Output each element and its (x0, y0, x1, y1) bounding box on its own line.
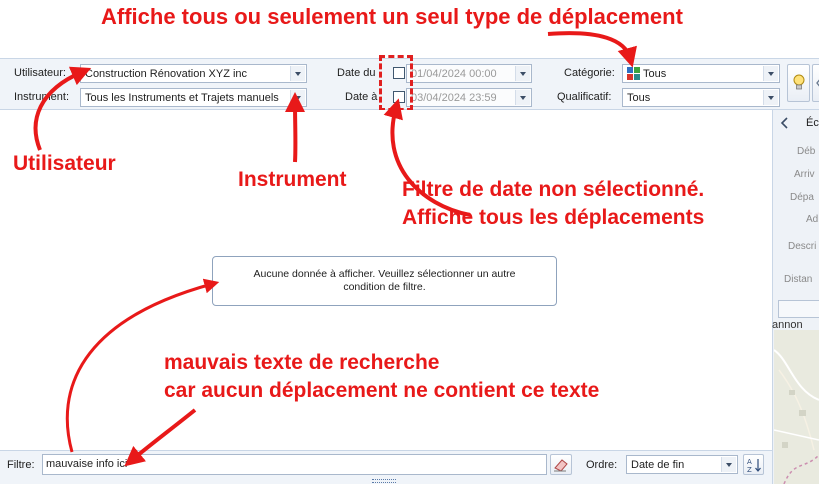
clear-filter-button[interactable] (550, 454, 572, 475)
detail-item-description: Descri (788, 241, 817, 252)
date-to-field[interactable]: 03/04/2024 23:59 (406, 88, 532, 107)
eraser-icon (554, 459, 568, 472)
chevron-left-icon (816, 79, 819, 87)
annotation-date-line2: Affiche tous les déplacements (402, 206, 705, 229)
chevron-down-icon[interactable] (290, 90, 305, 105)
sort-az-icon: A Z (747, 458, 761, 474)
lightbulb-button[interactable] (787, 64, 810, 102)
detail-item-depart: Dépa (790, 192, 814, 203)
date-from-field[interactable]: 01/04/2024 00:00 (406, 64, 532, 83)
svg-text:Z: Z (747, 466, 752, 474)
annotation-date-line1: Filtre de date non sélectionné. (402, 178, 705, 201)
empty-message: Aucune donnée à afficher. Veuillez sélec… (212, 256, 557, 306)
date-filter-highlight (379, 55, 413, 111)
qualifier-select-value: Tous (627, 92, 651, 104)
chevron-down-icon[interactable] (290, 66, 305, 81)
chevron-down-icon[interactable] (515, 66, 530, 81)
annotation-search-line2: car aucun déplacement ne contient ce tex… (164, 379, 600, 402)
detail-item-debut: Déb (797, 146, 816, 157)
category-select-value: Tous (643, 68, 667, 80)
filter-input[interactable]: mauvaise info ici (42, 454, 547, 475)
date-from-label: Date du (337, 67, 376, 79)
annotation-instrument: Instrument (238, 168, 347, 191)
map-roads (774, 349, 819, 484)
chevron-down-icon[interactable] (763, 66, 778, 81)
qualifier-select[interactable]: Tous (622, 88, 780, 107)
annotation-user: Utilisateur (13, 152, 116, 175)
map-label: annon (772, 319, 803, 331)
qualifier-label: Qualificatif: (557, 91, 612, 103)
annotation-search-line1: mauvais texte de recherche (164, 351, 440, 374)
instrument-select[interactable]: Tous les Instruments et Trajets manuels (80, 88, 307, 107)
chevron-left-icon[interactable] (780, 117, 790, 129)
category-color-icon (627, 67, 640, 80)
category-select[interactable]: Tous (622, 64, 780, 83)
detail-item-distance: Distan (784, 274, 813, 285)
order-label: Ordre: (586, 459, 618, 471)
instrument-select-value: Tous les Instruments et Trajets manuels (85, 92, 279, 104)
resize-grip[interactable] (372, 479, 396, 483)
date-to-label: Date à (345, 91, 378, 103)
filter-input-value: mauvaise info ici (46, 458, 128, 470)
chevron-down-icon[interactable] (763, 90, 778, 105)
date-to-value: 03/04/2024 23:59 (411, 92, 497, 104)
user-select-value: Construction Rénovation XYZ inc (85, 68, 248, 80)
annotation-title: Affiche tous ou seulement un seul type d… (101, 4, 683, 29)
detail-panel-button[interactable] (778, 300, 819, 318)
sort-button[interactable]: A Z (743, 454, 764, 475)
date-from-value: 01/04/2024 00:00 (411, 68, 497, 80)
order-select[interactable]: Date de fin (626, 455, 738, 474)
lightbulb-icon (793, 74, 805, 90)
chevron-down-icon[interactable] (721, 457, 736, 472)
chevron-down-icon[interactable] (515, 90, 530, 105)
filter-label: Filtre: (7, 459, 35, 471)
category-label: Catégorie: (564, 67, 615, 79)
user-select[interactable]: Construction Rénovation XYZ inc (80, 64, 307, 83)
detail-tab[interactable]: Éc (806, 117, 819, 129)
user-label: Utilisateur: (14, 67, 66, 79)
map-view[interactable] (774, 330, 819, 484)
order-select-value: Date de fin (631, 459, 685, 471)
detail-item-arrivee: Arriv (794, 169, 815, 180)
instrument-label: Instrument: (14, 91, 70, 103)
side-button[interactable] (812, 64, 819, 102)
detail-item-adresse: Ad (806, 214, 819, 225)
svg-text:A: A (747, 458, 752, 466)
